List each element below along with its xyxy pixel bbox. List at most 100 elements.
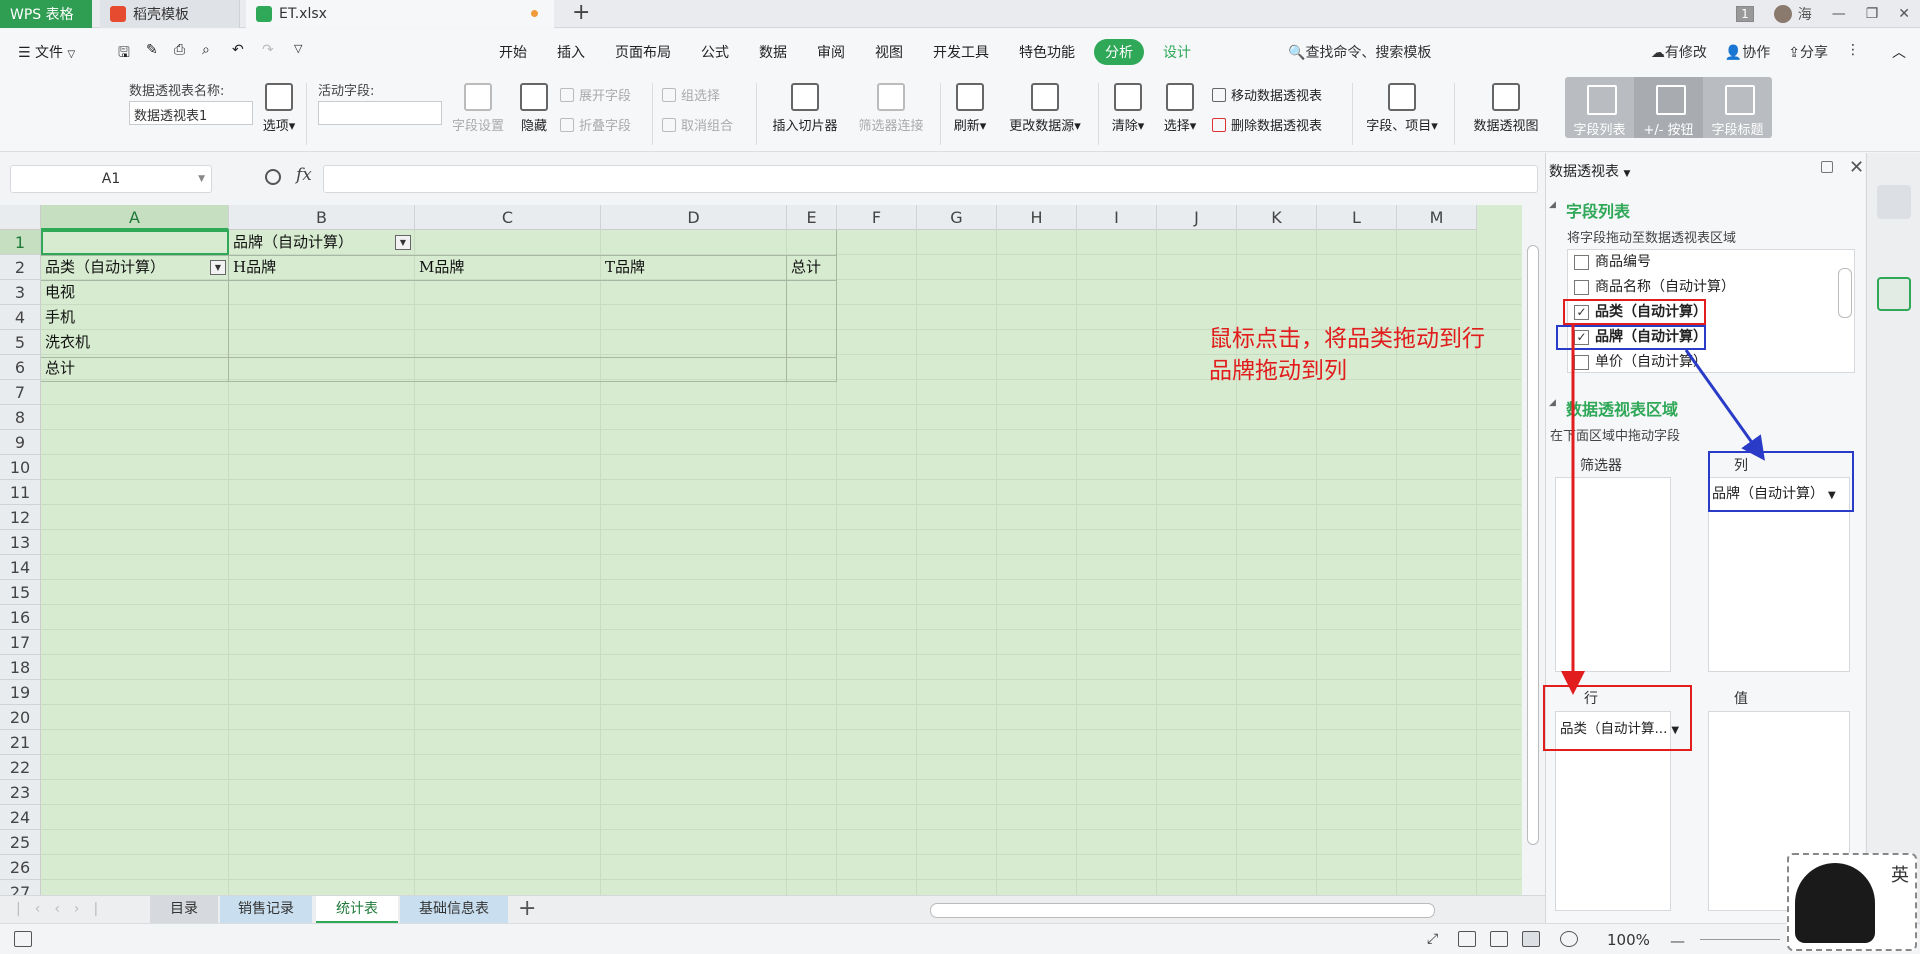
sheet-tab-sales[interactable]: 销售记录 (220, 896, 312, 923)
column-header[interactable]: B (229, 205, 415, 230)
ungroup-button[interactable]: 取消组合 (662, 115, 733, 134)
print-preview-icon[interactable]: ⌕ (202, 42, 210, 58)
spreadsheet-grid[interactable]: ABCDEFGHIJKLM 1 2 3 4 5 6 7 8 9 10 11 12 13 14 15 16 17 1… (0, 205, 1522, 895)
normal-view-icon[interactable] (1458, 931, 1476, 947)
ime-language-key[interactable]: 英 (1891, 861, 1909, 887)
cell-e2[interactable]: 总计 (787, 255, 821, 280)
changes-button[interactable]: ☁有修改 (1651, 42, 1707, 62)
row-header[interactable]: 17 (0, 630, 41, 655)
zoom-level[interactable]: 100% (1607, 931, 1650, 949)
buttons-toggle[interactable]: +/- 按钮 (1634, 77, 1703, 138)
pivot-name-input[interactable]: 数据透视表1 (129, 101, 253, 125)
sheet-tab-stats[interactable]: 统计表 (316, 896, 398, 923)
select-button[interactable]: 选择▾ (1158, 83, 1202, 134)
active-cell-a1[interactable] (41, 230, 229, 255)
expand-field-button[interactable]: 展开字段 (560, 85, 631, 104)
row-filter-dropdown-icon[interactable]: ▼ (210, 260, 226, 275)
column-header[interactable]: D (601, 205, 787, 230)
new-tab-button[interactable]: + (572, 0, 590, 28)
sheet-nav-arrows[interactable]: |‹‹›| (16, 896, 136, 923)
row-header[interactable]: 1 (0, 230, 41, 255)
column-header[interactable]: J (1157, 205, 1237, 230)
tab-home[interactable]: 开始 (488, 39, 538, 65)
field-list-toggle[interactable]: 字段列表 (1565, 77, 1634, 138)
name-box[interactable]: A1 ▼ (10, 165, 212, 193)
close-icon[interactable]: ✕ (1898, 6, 1910, 22)
pivot-chart-button[interactable]: 数据透视图 (1464, 83, 1548, 134)
collapse-field-button[interactable]: 折叠字段 (560, 115, 631, 134)
cell-b1[interactable]: 品牌（自动计算） (229, 230, 353, 255)
row-header[interactable]: 13 (0, 530, 41, 555)
column-header[interactable]: F (837, 205, 917, 230)
row-header[interactable]: 26 (0, 855, 41, 880)
vertical-scroll-thumb[interactable] (1527, 245, 1539, 845)
file-menu[interactable]: ☰ 文件 ▽ (18, 42, 75, 62)
pivot-panel-icon[interactable] (1877, 277, 1911, 311)
tab-special[interactable]: 特色功能 (1008, 39, 1086, 65)
zoom-out-icon[interactable]: — (1670, 932, 1685, 950)
fullscreen-icon[interactable]: ⤢ (1427, 931, 1445, 947)
row-header[interactable]: 2 (0, 255, 41, 280)
row-header[interactable]: 5 (0, 330, 41, 355)
tab-developer[interactable]: 开发工具 (922, 39, 1000, 65)
group-select-button[interactable]: 组选择 (662, 85, 720, 104)
refresh-button[interactable]: 刷新▾ (948, 83, 992, 134)
minimize-icon[interactable]: — (1832, 6, 1846, 22)
change-data-source-button[interactable]: 更改数据源▾ (1002, 83, 1088, 134)
select-pointer-icon[interactable] (1877, 185, 1911, 219)
column-header[interactable]: L (1317, 205, 1397, 230)
column-filter-dropdown-icon[interactable]: ▼ (395, 235, 411, 250)
hide-button[interactable]: 隐藏 (516, 83, 552, 134)
row-header[interactable]: 19 (0, 680, 41, 705)
options-button[interactable]: 选项▾ (258, 83, 300, 134)
row-header[interactable]: 10 (0, 455, 41, 480)
cell-b2[interactable]: H品牌 (229, 255, 276, 280)
tab-data[interactable]: 数据 (748, 39, 798, 65)
cell-a4[interactable]: 手机 (41, 305, 75, 330)
row-header[interactable]: 15 (0, 580, 41, 605)
tab-view[interactable]: 视图 (864, 39, 914, 65)
tab-design[interactable]: 设计 (1152, 39, 1202, 65)
row-header[interactable]: 20 (0, 705, 41, 730)
tab-page-layout[interactable]: 页面布局 (604, 39, 682, 65)
row-header[interactable]: 3 (0, 280, 41, 305)
delete-pivot-button[interactable]: 删除数据透视表 (1212, 115, 1322, 134)
restore-icon[interactable]: ❐ (1866, 6, 1879, 22)
cell-d2[interactable]: T品牌 (601, 255, 645, 280)
column-header[interactable]: K (1237, 205, 1317, 230)
avatar[interactable] (1773, 5, 1792, 23)
column-header[interactable]: H (997, 205, 1077, 230)
reading-mode-icon[interactable] (1522, 931, 1540, 947)
undo-icon[interactable]: ↶ (232, 42, 244, 58)
add-sheet-button[interactable]: + (518, 896, 536, 922)
zoom-slider[interactable] (1700, 939, 1780, 940)
row-header[interactable]: 8 (0, 405, 41, 430)
row-header[interactable]: 4 (0, 305, 41, 330)
sheet-tab-catalog[interactable]: 目录 (150, 896, 218, 923)
tab-insert[interactable]: 插入 (546, 39, 596, 65)
column-header[interactable]: E (787, 205, 837, 230)
quick-access-dropdown-icon[interactable]: ▽ (294, 42, 302, 55)
save-icon[interactable]: 🖫 (118, 42, 130, 66)
row-header[interactable]: 25 (0, 830, 41, 855)
row-header[interactable]: 14 (0, 555, 41, 580)
formula-input[interactable] (323, 165, 1538, 193)
fields-items-button[interactable]: 字段、项目▾ (1360, 83, 1444, 134)
zoom-formula-icon[interactable] (265, 169, 281, 185)
collaborate-button[interactable]: 👤协作 (1725, 42, 1770, 62)
vertical-scrollbar[interactable] (1522, 205, 1544, 895)
cell-a3[interactable]: 电视 (41, 280, 75, 305)
property-icon[interactable] (1877, 233, 1911, 267)
row-header[interactable]: 27 (0, 880, 41, 895)
column-header[interactable]: C (415, 205, 601, 230)
field-settings-button[interactable]: 字段设置 (446, 83, 510, 134)
page-break-view-icon[interactable] (1490, 931, 1508, 947)
ime-widget[interactable]: 英 (1787, 853, 1917, 951)
row-header[interactable]: 11 (0, 480, 41, 505)
row-header[interactable]: 12 (0, 505, 41, 530)
tab-daoke-templates[interactable]: 稻壳模板 (100, 0, 240, 28)
print-icon[interactable]: ⎙ (174, 42, 185, 58)
redo-icon[interactable]: ↷ (262, 42, 274, 58)
sheet-tab-base-info[interactable]: 基础信息表 (400, 896, 508, 923)
row-header[interactable]: 23 (0, 780, 41, 805)
